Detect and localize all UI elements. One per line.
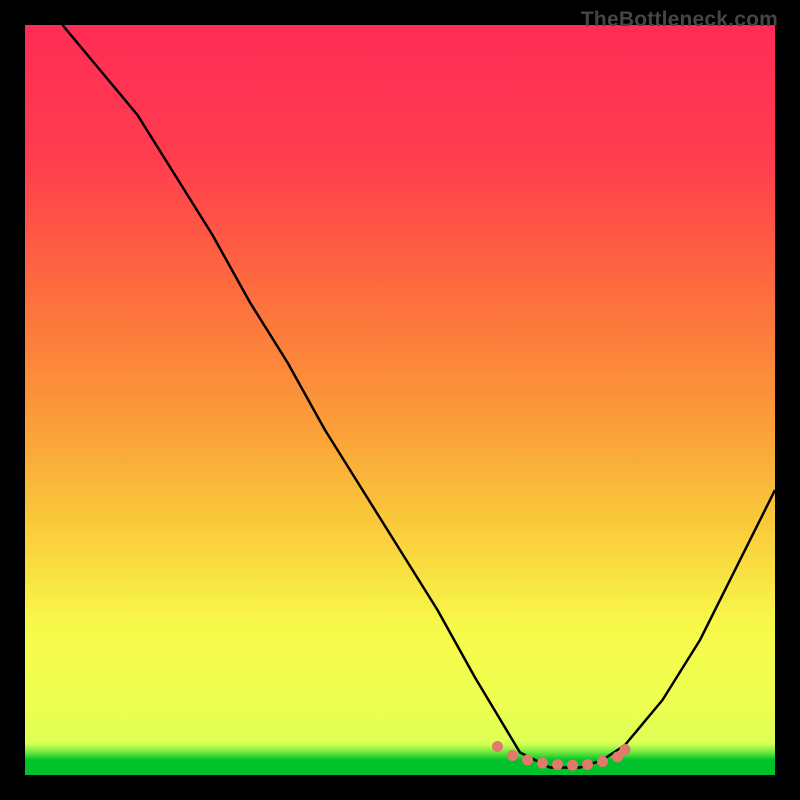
plot-area	[25, 25, 775, 775]
valley-dot	[582, 759, 593, 770]
valley-dot	[537, 758, 548, 769]
main-curve-path	[63, 25, 776, 768]
valley-dot	[552, 759, 563, 770]
valley-dot	[597, 756, 608, 767]
valley-dot	[620, 744, 631, 755]
watermark-text: TheBottleneck.com	[581, 8, 778, 32]
chart-svg	[25, 25, 775, 775]
chart-frame: TheBottleneck.com	[0, 0, 800, 800]
valley-dot	[522, 755, 533, 766]
valley-dot	[567, 760, 578, 771]
valley-dot	[507, 750, 518, 761]
valley-dot	[492, 741, 503, 752]
